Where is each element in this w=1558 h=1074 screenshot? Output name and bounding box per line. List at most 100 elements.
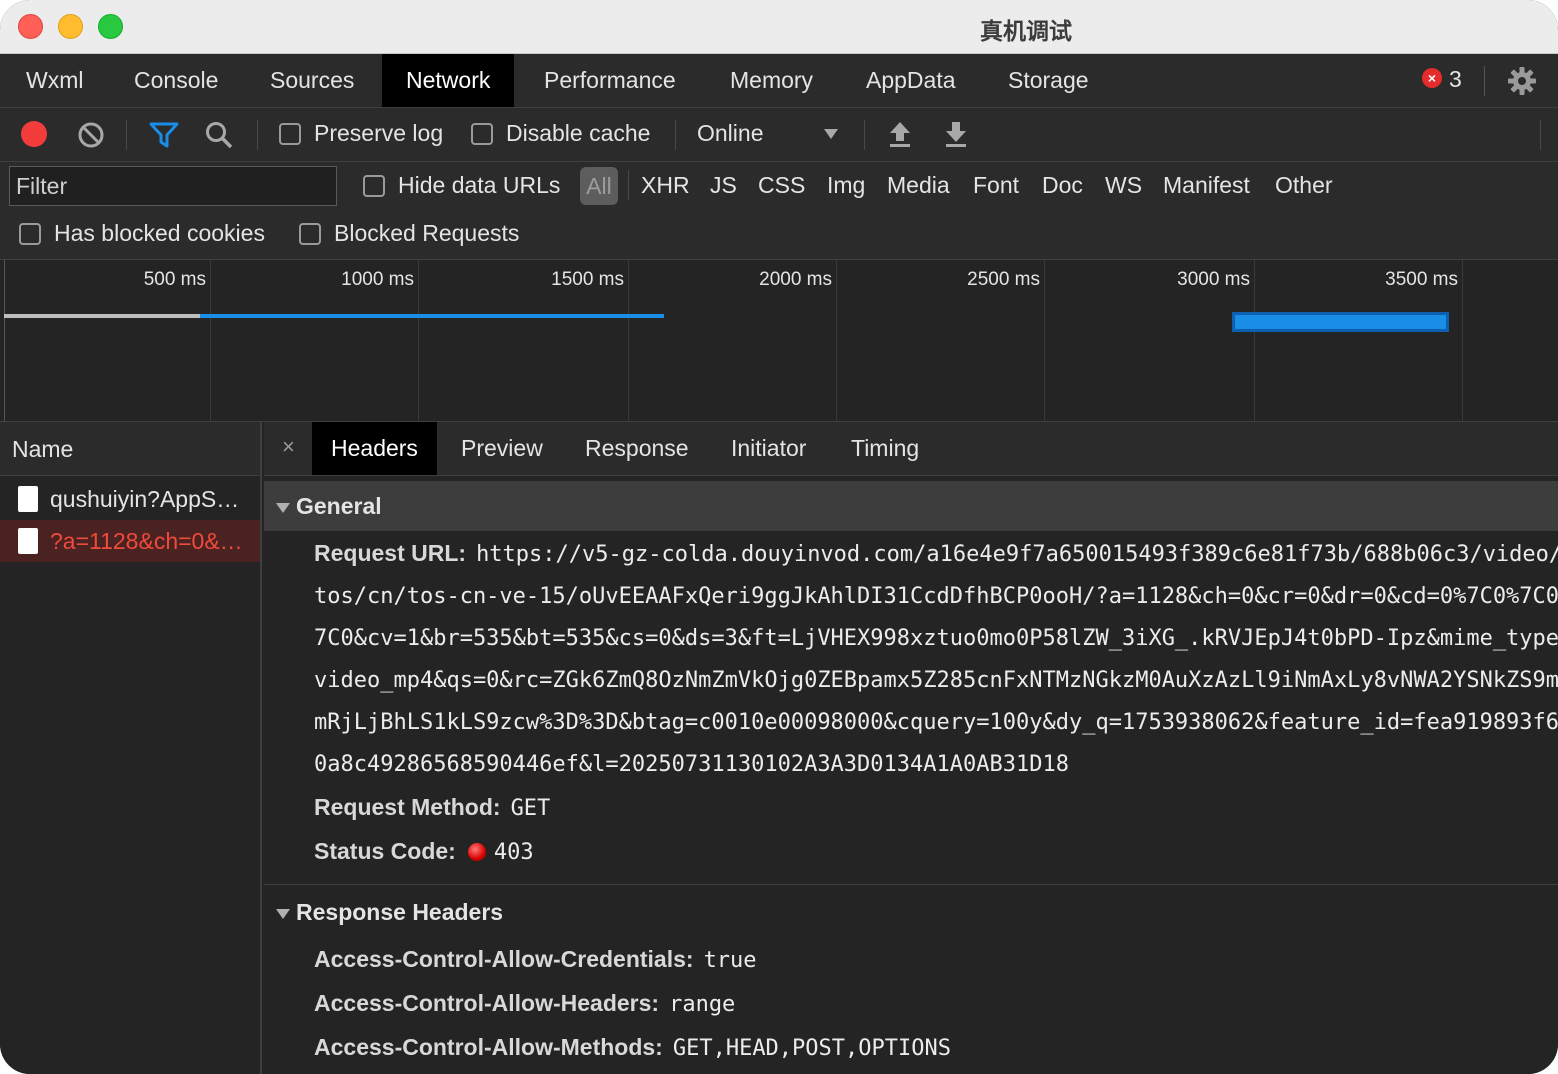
name-column-header[interactable]: Name — [0, 422, 260, 476]
request-name: ?a=1128&ch=0&cr=0&dr=0 — [50, 528, 252, 554]
request-detail-pane: × Headers Preview Response Initiator Tim… — [264, 422, 1558, 1074]
disable-cache-checkbox[interactable] — [471, 123, 493, 145]
response-header-key: Access-Control-Allow-Credentials: — [314, 946, 694, 972]
request-url-label: Request URL: — [314, 540, 467, 566]
request-url-continued: tos/cn/tos-cn-ve-15/oUvEEAAFxQeri9ggJkAh… — [314, 584, 1558, 609]
expand-triangle-icon — [276, 909, 290, 919]
request-row[interactable]: qushuiyin?AppSecret=... — [0, 478, 260, 520]
response-headers-section-header[interactable]: Response Headers — [264, 887, 1558, 937]
response-headers-title: Response Headers — [296, 899, 504, 925]
hide-data-urls-checkbox[interactable] — [363, 175, 385, 197]
error-count[interactable]: 3 — [1449, 66, 1462, 93]
type-filter-xhr[interactable]: XHR — [641, 172, 690, 199]
tab-headers[interactable]: Headers — [312, 422, 437, 475]
response-header-row: Access-Control-Allow-Methods: GET,HEAD,PO… — [314, 1034, 951, 1061]
toolbar-divider — [257, 120, 258, 150]
request-list: Name qushuiyin?AppSecret=... ?a=1128&ch=… — [0, 422, 262, 1074]
tab-timing[interactable]: Timing — [832, 422, 938, 475]
type-filter-all[interactable]: All — [580, 167, 618, 205]
has-blocked-cookies-checkbox[interactable] — [19, 223, 41, 245]
has-blocked-cookies-label[interactable]: Has blocked cookies — [54, 220, 265, 247]
request-url-continued: video_mp4&qs=0&rc=ZGk6ZmQ8OzNmZmVkOjg0ZE… — [314, 668, 1558, 693]
tab-performance[interactable]: Performance — [520, 54, 700, 107]
filter-input[interactable] — [9, 166, 337, 206]
response-header-key: Access-Control-Allow-Methods: — [314, 1034, 663, 1060]
filter-funnel-icon[interactable] — [148, 121, 180, 149]
tab-storage[interactable]: Storage — [984, 54, 1113, 107]
disable-cache-label[interactable]: Disable cache — [506, 120, 650, 147]
settings-gear-icon[interactable] — [1506, 65, 1538, 97]
devtools-window: 真机调试 Wxml Console Sources Network Perfor… — [0, 0, 1558, 1074]
status-error-dot-icon — [467, 843, 486, 861]
request-url-row: Request URL: https://v5-gz-colda.douyinvo… — [314, 540, 1558, 567]
timeline-gridline — [628, 260, 629, 422]
timeline-gridline — [418, 260, 419, 422]
tab-network[interactable]: Network — [382, 54, 515, 107]
type-filter-doc[interactable]: Doc — [1042, 172, 1083, 199]
request-url-continued: mRjLjBhLS1kLS9zcw%3D%3D&btag=c0010e00098… — [314, 710, 1558, 735]
tab-preview[interactable]: Preview — [442, 422, 562, 475]
type-filter-js[interactable]: JS — [710, 172, 737, 199]
type-filter-img[interactable]: Img — [827, 172, 865, 199]
response-header-value: true — [703, 948, 757, 973]
document-icon — [18, 486, 38, 512]
type-filter-font[interactable]: Font — [973, 172, 1019, 199]
type-filter-media[interactable]: Media — [887, 172, 950, 199]
preserve-log-checkbox[interactable] — [279, 123, 301, 145]
request-url-value: https://v5-gz-colda.douyinvod.com/a16e4e… — [476, 542, 1558, 567]
timeline-tick-label: 500 ms — [143, 269, 206, 290]
tab-initiator[interactable]: Initiator — [712, 422, 825, 475]
general-section-header[interactable]: General — [264, 481, 1558, 531]
timeline-request-bar — [200, 314, 664, 318]
type-filter-ws[interactable]: WS — [1105, 172, 1142, 199]
response-header-row: Access-Control-Allow-Credentials: true — [314, 946, 757, 973]
chevron-down-icon[interactable] — [823, 128, 839, 140]
type-filter-manifest[interactable]: Manifest — [1163, 172, 1250, 199]
response-header-value: GET,HEAD,POST,OPTIONS — [672, 1036, 951, 1061]
timeline-overview[interactable]: 500 ms 1000 ms 1500 ms 2000 ms 2500 ms 3… — [0, 260, 1558, 422]
timeline-request-bar — [1232, 312, 1449, 332]
hide-data-urls-label[interactable]: Hide data URLs — [398, 172, 560, 199]
response-header-value: range — [669, 992, 736, 1017]
import-har-icon[interactable] — [888, 120, 912, 148]
timeline-tick-label: 3500 ms — [1385, 269, 1458, 290]
tab-console[interactable]: Console — [110, 54, 242, 107]
preserve-log-label[interactable]: Preserve log — [314, 120, 443, 147]
tab-appdata[interactable]: AppData — [842, 54, 980, 107]
title-bar: 真机调试 — [0, 0, 1558, 54]
timeline-gridline — [836, 260, 837, 422]
timeline-tick-label: 2000 ms — [759, 269, 832, 290]
record-button[interactable] — [21, 121, 47, 147]
request-url-continued: 7C0&cv=1&br=535&bt=535&cs=0&ds=3&ft=LjVH… — [314, 626, 1558, 651]
status-code-label: Status Code: — [314, 838, 456, 864]
panel-tab-bar: Wxml Console Sources Network Performance… — [0, 54, 1558, 108]
toolbar-divider — [675, 120, 676, 150]
timeline-request-bar — [4, 314, 200, 318]
section-divider — [264, 884, 1558, 885]
response-header-key: Access-Control-Allow-Headers: — [314, 990, 660, 1016]
timeline-tick-label: 1500 ms — [551, 269, 624, 290]
tab-sources[interactable]: Sources — [246, 54, 378, 107]
error-icon[interactable]: × — [1422, 68, 1442, 88]
filter-bar: Hide data URLs All XHR JS CSS Img Media … — [0, 162, 1558, 260]
blocked-requests-checkbox[interactable] — [299, 223, 321, 245]
type-filter-other[interactable]: Other — [1275, 172, 1333, 199]
blocked-requests-label[interactable]: Blocked Requests — [334, 220, 519, 247]
export-har-icon[interactable] — [944, 120, 968, 148]
request-row-selected[interactable]: ?a=1128&ch=0&cr=0&dr=0 — [0, 520, 260, 562]
general-section-title: General — [296, 493, 382, 519]
close-detail-icon[interactable]: × — [282, 434, 295, 460]
request-url-continued: 0a8c49286568590446ef&l=20250731130102A3A… — [314, 752, 1069, 777]
filter-divider — [628, 170, 629, 200]
tab-response[interactable]: Response — [566, 422, 708, 475]
search-icon[interactable] — [204, 120, 234, 150]
throttling-select[interactable]: Online — [697, 120, 763, 147]
tab-wxml[interactable]: Wxml — [2, 54, 107, 107]
timeline-gridline — [1044, 260, 1045, 422]
network-toolbar: Preserve log Disable cache Online — [0, 108, 1558, 162]
clear-icon[interactable] — [77, 121, 105, 149]
tab-divider — [1484, 66, 1485, 96]
type-filter-css[interactable]: CSS — [758, 172, 805, 199]
toolbar-divider — [864, 120, 865, 150]
tab-memory[interactable]: Memory — [706, 54, 837, 107]
